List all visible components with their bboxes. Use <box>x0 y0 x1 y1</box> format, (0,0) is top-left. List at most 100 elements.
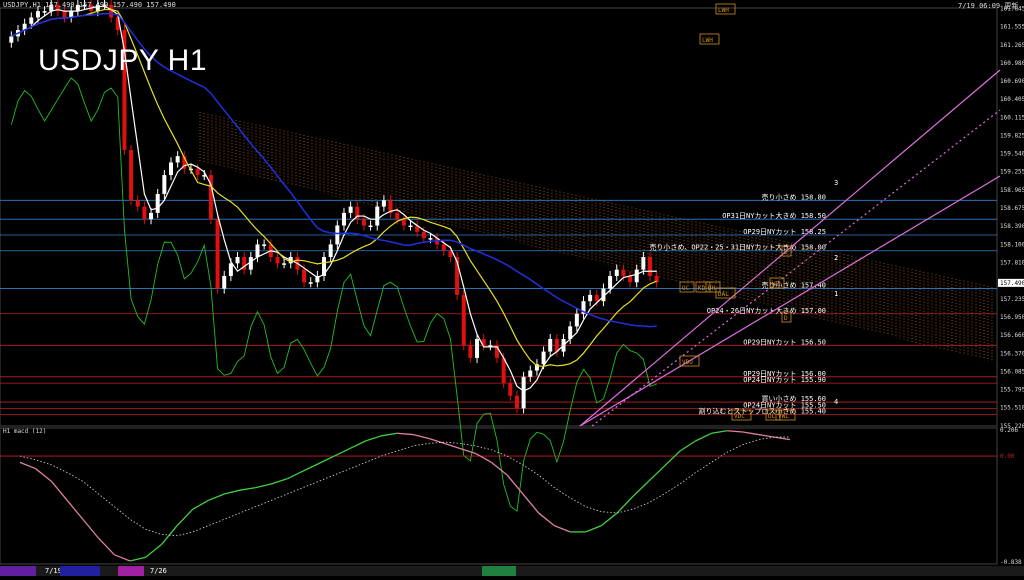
marker-box-label: DAL <box>718 291 729 298</box>
current-price-label: 157.490 <box>1000 280 1024 287</box>
macd-tick: 0.00 <box>1000 453 1015 460</box>
macd-line-segment <box>19 461 36 470</box>
candle-body <box>155 193 160 213</box>
macd-line-segment <box>318 455 335 465</box>
candle-body <box>614 269 619 276</box>
price-tick: 160.980 <box>1000 60 1024 67</box>
candle-body <box>588 294 593 302</box>
macd-line-segment <box>742 431 759 436</box>
price-tick: 159.255 <box>1000 169 1024 176</box>
marker-box-label: D <box>784 249 788 256</box>
macd-line-segment <box>444 442 461 450</box>
macd-line-segment <box>648 465 665 482</box>
price-tick: 160.115 <box>1000 114 1024 121</box>
marker-box-label: VWL <box>778 413 789 420</box>
candle-body <box>328 244 333 258</box>
macd-line-segment <box>601 512 618 527</box>
candle-body <box>548 338 553 352</box>
candle-body <box>341 212 346 226</box>
macd-line-segment <box>302 463 319 472</box>
macd-line-segment <box>679 440 697 452</box>
level-label: 売り小さめ、OP22・25・31日NYカット大きめ 158.00 <box>649 243 826 252</box>
price-tick: 155.795 <box>1000 387 1024 394</box>
macd-line-segment <box>475 452 492 463</box>
candle-body <box>235 257 240 264</box>
level-label: OP29日NYカット 158.25 <box>743 228 826 236</box>
candle-body <box>215 219 220 289</box>
price-tick: 158.965 <box>1000 187 1024 194</box>
candle-body <box>361 219 366 226</box>
candle-body <box>521 376 526 409</box>
candle-body <box>461 294 466 346</box>
price-tick: 155.510 <box>1000 405 1024 412</box>
candle-body <box>135 200 140 207</box>
macd-line-segment <box>129 556 146 562</box>
macd-line-segment <box>522 493 540 514</box>
price-tick: 161.265 <box>1000 42 1024 49</box>
macd-line-segment <box>695 432 712 442</box>
marker-box-label: OC <box>682 285 690 292</box>
candle-body <box>421 231 426 239</box>
macd-line-segment <box>727 430 743 433</box>
macd-tick: 0.206 <box>1000 427 1018 434</box>
macd-line-segment <box>397 432 413 436</box>
candle-body <box>514 395 519 409</box>
candle-body <box>634 269 639 283</box>
macd-line-segment <box>381 432 398 437</box>
candle-body <box>222 275 227 289</box>
macd-line-segment <box>349 440 366 450</box>
time-segment <box>118 566 144 576</box>
macd-line-segment <box>271 478 288 485</box>
macd-tick: -0.838 <box>1000 559 1022 566</box>
macd-line-segment <box>35 468 52 482</box>
macd-line-segment <box>224 489 241 495</box>
candle-body <box>195 168 200 176</box>
marker-box-label: LWH <box>702 37 713 44</box>
candle-body <box>149 212 154 220</box>
price-chart: 売り小さめ 158.80 OP31日NYカット大きめ 158.50 OP29日NYカ… <box>0 0 1024 566</box>
candle-body <box>608 275 613 289</box>
macd-line-segment <box>459 447 476 455</box>
time-segment <box>60 566 100 576</box>
scroll-marker[interactable] <box>482 566 516 576</box>
level-label: OP29日NYカット 156.50 <box>743 338 826 346</box>
marker-box-label: DL <box>768 413 776 420</box>
channel-number: 2 <box>834 254 838 262</box>
marker-box-label: D <box>784 315 788 322</box>
horizontal-levels <box>0 199 997 416</box>
candle-body <box>35 11 40 18</box>
macd-line-segment <box>758 433 775 438</box>
lagging-span-line <box>10 77 657 512</box>
candle-body <box>42 11 47 13</box>
price-tick: 160.690 <box>1000 78 1024 85</box>
price-tick: 159.540 <box>1000 151 1024 158</box>
candle-body <box>428 238 433 240</box>
level-label: OP24日NYカット 155.90 <box>743 376 826 384</box>
price-tick: 156.660 <box>1000 332 1024 339</box>
candle-body <box>508 383 513 396</box>
price-tick: 158.100 <box>1000 241 1024 248</box>
ichimoku-cloud <box>199 112 993 363</box>
price-tick: 158.390 <box>1000 223 1024 230</box>
candle-body <box>129 149 134 201</box>
candle-body <box>641 257 646 270</box>
price-tick: 157.235 <box>1000 296 1024 303</box>
price-tick: 160.405 <box>1000 96 1024 103</box>
marker-box-label: VDO <box>682 359 693 366</box>
price-tick: 156.085 <box>1000 368 1024 375</box>
price-tick: 157.810 <box>1000 260 1024 267</box>
candle-body <box>541 351 546 365</box>
update-time: 7/19 06:09 更新 <box>958 2 1019 10</box>
marker-box-label: KD <box>698 285 706 292</box>
candle-body <box>262 244 267 246</box>
level-label: OP24・26日NYカット大きめ 157.00 <box>707 306 826 315</box>
macd-line-segment <box>66 499 84 520</box>
macd-line-segment <box>176 508 194 527</box>
macd-line-segment <box>554 524 571 533</box>
macd-line-segment <box>538 512 555 527</box>
candle-body <box>62 11 67 18</box>
candle-body <box>395 212 400 220</box>
price-tick: 158.675 <box>1000 205 1024 212</box>
macd-line-segment <box>632 480 650 497</box>
candle-body <box>375 206 380 226</box>
